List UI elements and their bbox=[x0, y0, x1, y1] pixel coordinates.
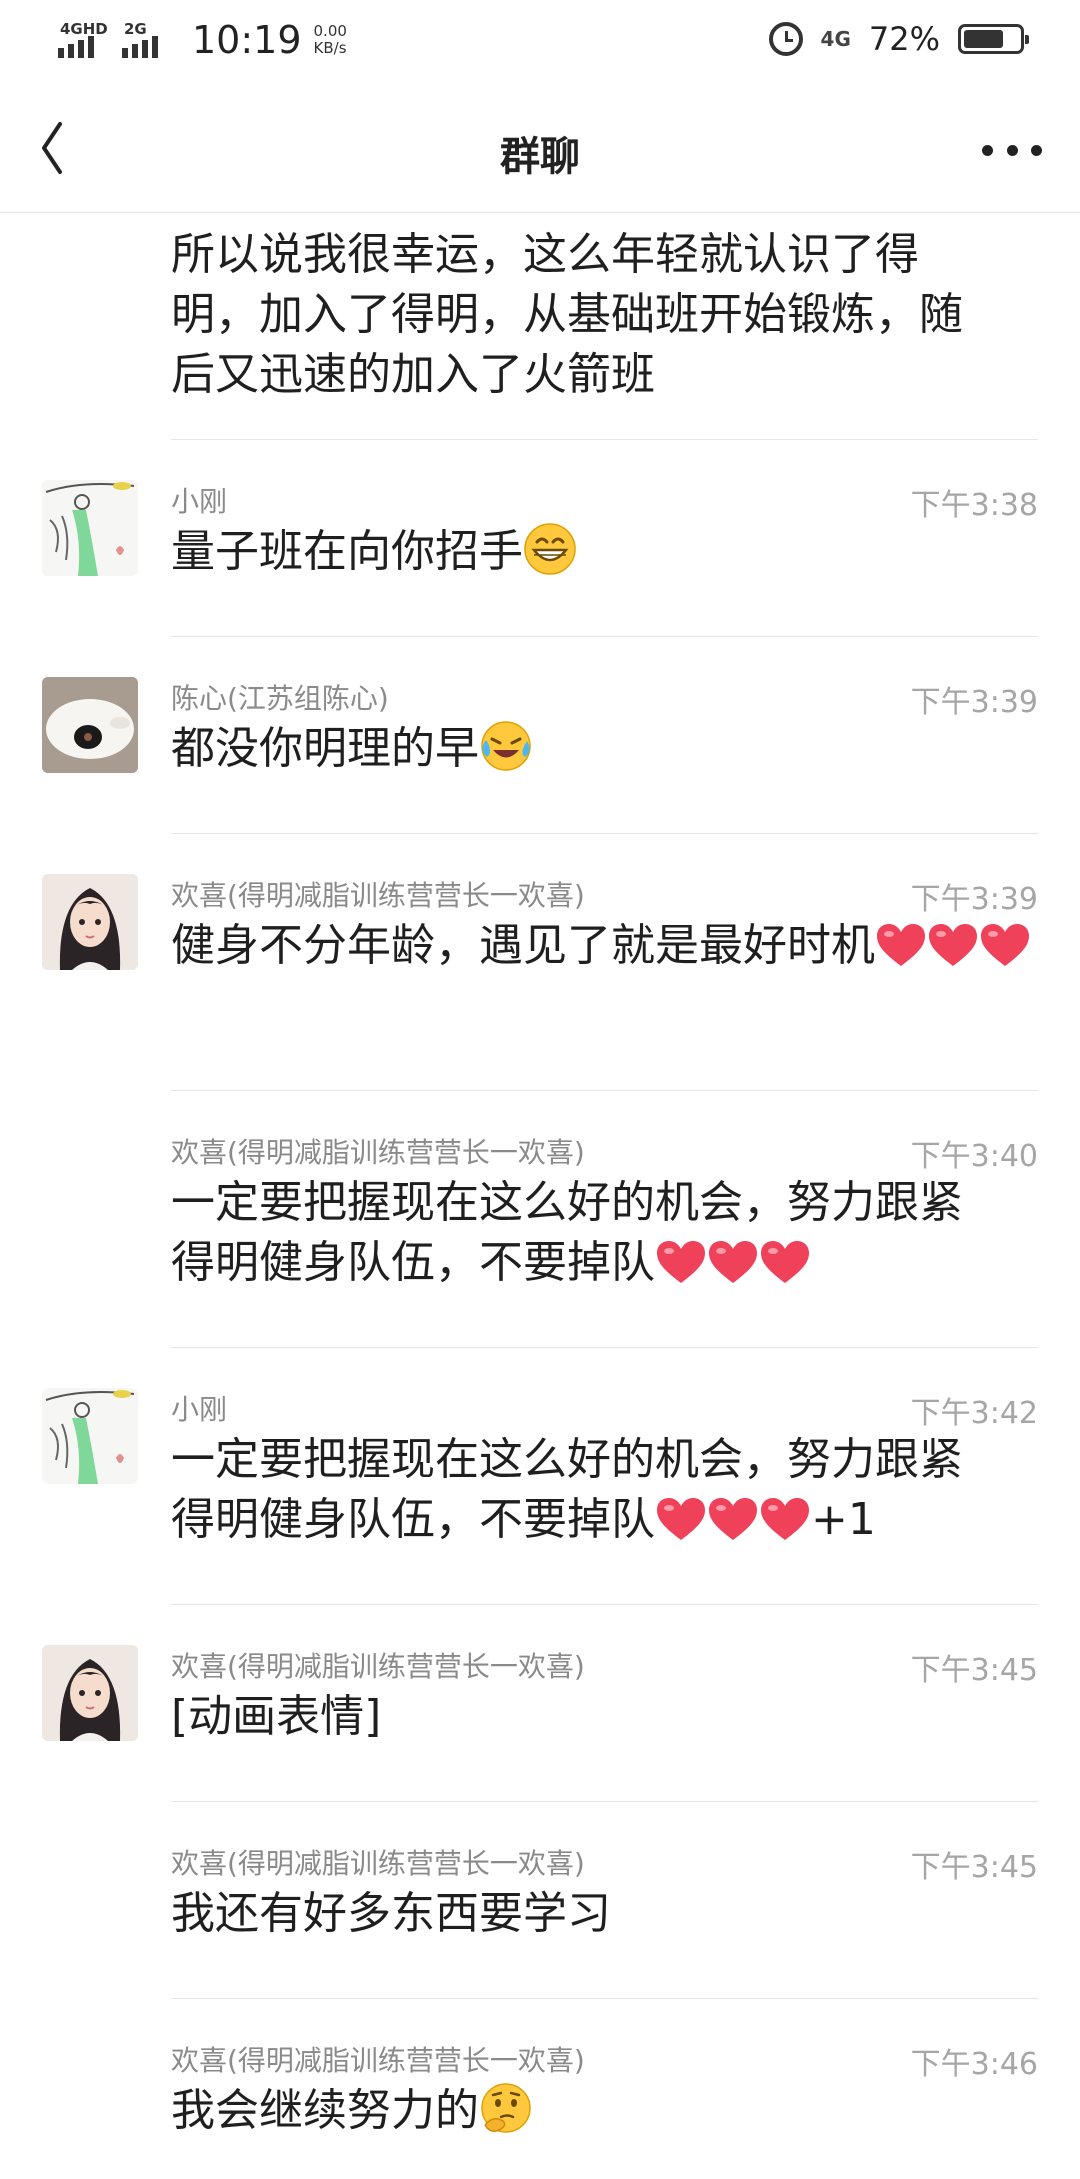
message-time: 下午3:42 bbox=[910, 1396, 1038, 1431]
signal-icon: 4GHD bbox=[58, 20, 108, 60]
battery-icon bbox=[958, 24, 1029, 54]
message-line: 得明健身队伍，不要掉队 bbox=[171, 1494, 655, 1545]
message-line: 健身不分年龄，遇见了就是最好时机 bbox=[171, 920, 875, 971]
message-text: 一定要把握现在这么好的机会，努力跟紧 得明健身队伍，不要掉队 bbox=[171, 1173, 1041, 1293]
plus-one-text: +1 bbox=[811, 1494, 876, 1545]
page-title: 群聊 bbox=[500, 134, 580, 180]
message-list[interactable]: 所以说我很幸运，这么年轻就认识了得 明，加入了得明，从基础班开始锻炼，随 后又迅… bbox=[0, 213, 1080, 2179]
sender-name: 欢喜(得明减脂训练营营长一欢喜) bbox=[171, 879, 585, 912]
message-item[interactable]: 欢喜(得明减脂训练营营长一欢喜) 下午3:40 一定要把握现在这么好的机会，努力… bbox=[0, 1091, 1080, 1348]
heart-emoji-group bbox=[655, 1494, 811, 1545]
heart-emoji-icon bbox=[761, 1241, 809, 1283]
message-time: 下午3:45 bbox=[910, 1850, 1038, 1885]
4g-indicator: 4G bbox=[820, 27, 851, 51]
dot-icon bbox=[1006, 144, 1018, 156]
avatar-illustration bbox=[45, 482, 135, 576]
sender-name: 陈心(江苏组陈心) bbox=[171, 682, 389, 715]
message-text: 我会继续努力的 bbox=[171, 2081, 1041, 2141]
sender-name: 欢喜(得明减脂训练营营长一欢喜) bbox=[171, 2044, 585, 2077]
message-line: 得明健身队伍，不要掉队 bbox=[171, 1237, 655, 1288]
speed-unit: KB/s bbox=[313, 39, 347, 57]
heart-emoji-group bbox=[875, 920, 1031, 971]
message-text: 一定要把握现在这么好的机会，努力跟紧 得明健身队伍，不要掉队 +1 bbox=[171, 1430, 1041, 1550]
message-line: 我会继续努力的 bbox=[171, 2085, 479, 2136]
message-time: 下午3:46 bbox=[910, 2047, 1038, 2082]
heart-emoji-icon bbox=[709, 1241, 757, 1283]
message-time: 下午3:38 bbox=[910, 488, 1038, 523]
sender-name: 小刚 bbox=[171, 485, 228, 518]
dot-icon bbox=[1031, 144, 1042, 156]
avatar[interactable] bbox=[42, 874, 138, 970]
network-speed: 0.00 KB/s bbox=[314, 23, 347, 57]
chat-header: 群聊 bbox=[0, 88, 1080, 213]
message-time: 下午3:39 bbox=[910, 882, 1038, 917]
message-line: 所以说我很幸运，这么年轻就认识了得 bbox=[171, 229, 919, 280]
status-time: 10:19 bbox=[192, 18, 302, 62]
message-time: 下午3:39 bbox=[910, 685, 1038, 720]
message-text: 量子班在向你招手 bbox=[171, 522, 1041, 582]
heart-emoji-icon bbox=[657, 1498, 705, 1540]
message-line: 都没你明理的早 bbox=[171, 723, 479, 774]
sender-name: 欢喜(得明减脂训练营营长一欢喜) bbox=[171, 1136, 585, 1169]
dot-icon bbox=[982, 144, 993, 156]
sender-name: 欢喜(得明减脂训练营营长一欢喜) bbox=[171, 1650, 585, 1683]
message-item[interactable]: 所以说我很幸运，这么年轻就认识了得 明，加入了得明，从基础班开始锻炼，随 后又迅… bbox=[0, 213, 1080, 440]
heart-emoji-icon bbox=[929, 924, 977, 966]
message-line: 一定要把握现在这么好的机会，努力跟紧 bbox=[171, 1434, 963, 1485]
message-text: [动画表情] bbox=[171, 1691, 382, 1742]
message-text: 我还有好多东西要学习 bbox=[171, 1888, 611, 1939]
heart-emoji-icon bbox=[657, 1241, 705, 1283]
alarm-icon bbox=[768, 22, 803, 56]
message-item[interactable]: 小刚 下午3:42 一定要把握现在这么好的机会，努力跟紧 得明健身队伍，不要掉队… bbox=[0, 1348, 1080, 1605]
message-item[interactable]: 欢喜(得明减脂训练营营长一欢喜) 下午3:45 我还有好多东西要学习 bbox=[0, 1802, 1080, 1999]
status-bar: 4GHD 2G 10:19 0.00 KB/s 4G 72% bbox=[0, 0, 1080, 88]
message-item[interactable]: 欢喜(得明减脂训练营营长一欢喜) 下午3:39 健身不分年龄，遇见了就是最好时机 bbox=[0, 834, 1080, 1091]
avatar-illustration bbox=[45, 1390, 135, 1484]
avatar[interactable] bbox=[42, 480, 138, 576]
laugh-cry-emoji-icon bbox=[481, 721, 531, 771]
girl-avatar bbox=[42, 874, 138, 970]
speed-value: 0.00 bbox=[313, 22, 347, 40]
more-options-button[interactable] bbox=[982, 128, 1042, 172]
message-text: 所以说我很幸运，这么年轻就认识了得 明，加入了得明，从基础班开始锻炼，随 后又迅… bbox=[171, 225, 1041, 405]
message-line: 一定要把握现在这么好的机会，努力跟紧 bbox=[171, 1177, 963, 1228]
sender-name: 小刚 bbox=[171, 1393, 228, 1426]
message-item[interactable]: 陈心(江苏组陈心) 下午3:39 都没你明理的早 bbox=[0, 637, 1080, 834]
heart-emoji-icon bbox=[761, 1498, 809, 1540]
heart-emoji-icon bbox=[877, 924, 925, 966]
avatar[interactable] bbox=[42, 1388, 138, 1484]
message-line: 量子班在向你招手 bbox=[171, 526, 523, 577]
dog-photo bbox=[42, 677, 138, 773]
avatar[interactable] bbox=[42, 677, 138, 773]
message-time: 下午3:40 bbox=[910, 1139, 1038, 1174]
message-time: 下午3:45 bbox=[910, 1653, 1038, 1688]
message-line: 后又迅速的加入了火箭班 bbox=[171, 349, 655, 400]
message-item[interactable]: 小刚 下午3:38 量子班在向你招手 bbox=[0, 440, 1080, 637]
message-item[interactable]: 欢喜(得明减脂训练营营长一欢喜) 下午3:45 [动画表情] bbox=[0, 1605, 1080, 1802]
sender-name: 欢喜(得明减脂训练营营长一欢喜) bbox=[171, 1847, 585, 1880]
thinking-emoji-icon bbox=[481, 2083, 531, 2133]
grin-emoji-icon bbox=[524, 523, 576, 575]
heart-emoji-group bbox=[655, 1237, 811, 1288]
girl-avatar bbox=[42, 1645, 138, 1741]
message-text: 健身不分年龄，遇见了就是最好时机 bbox=[171, 916, 1041, 976]
battery-percentage: 72% bbox=[868, 20, 940, 58]
message-text: 都没你明理的早 bbox=[171, 719, 1041, 779]
message-line: 明，加入了得明，从基础班开始锻炼，随 bbox=[171, 289, 963, 340]
avatar[interactable] bbox=[42, 1645, 138, 1741]
message-item[interactable]: 欢喜(得明减脂训练营营长一欢喜) 下午3:46 我会继续努力的 bbox=[0, 1999, 1080, 2179]
heart-emoji-icon bbox=[709, 1498, 757, 1540]
signal-icon-2: 2G bbox=[122, 20, 172, 60]
heart-emoji-icon bbox=[981, 924, 1029, 966]
